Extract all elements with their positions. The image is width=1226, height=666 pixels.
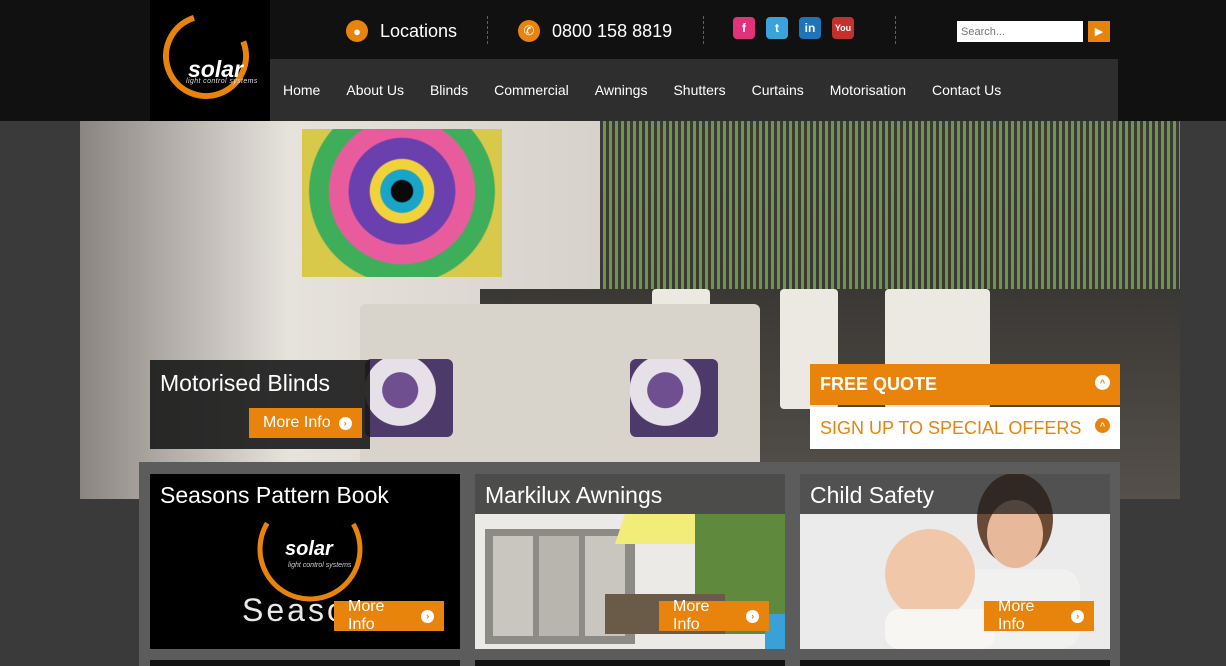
main-nav: Home About Us Blinds Commercial Awnings …	[270, 59, 1118, 121]
more-info-button[interactable]: More Info ›	[334, 598, 444, 633]
cushion-image	[365, 359, 453, 437]
nav-item-commercial[interactable]: Commercial	[494, 82, 569, 98]
more-info-button[interactable]: More Info ›	[984, 598, 1094, 633]
map-pin-icon: ●	[346, 20, 368, 42]
chevron-up-icon: ^	[1095, 418, 1110, 433]
nav-item-shutters[interactable]: Shutters	[673, 82, 725, 98]
chevron-right-icon: ›	[1071, 609, 1084, 623]
card-title: Seasons Pattern Book	[160, 482, 389, 508]
more-info-button[interactable]: More Info ›	[659, 598, 769, 633]
seasons-text-fragment: Seaso	[242, 592, 348, 628]
chevron-up-icon: ^	[1095, 375, 1110, 390]
nav-item-contact-us[interactable]: Contact Us	[932, 82, 1001, 98]
more-info-button[interactable]: More Info ›	[249, 408, 362, 438]
special-offers-bar[interactable]: SIGN UP TO SPECIAL OFFERS ^	[810, 407, 1120, 449]
more-info-label: More Info	[263, 414, 331, 431]
card-title: Child Safety	[810, 482, 935, 508]
free-quote-label: FREE QUOTE	[820, 374, 938, 394]
special-offers-label: SIGN UP TO SPECIAL OFFERS	[820, 418, 1082, 438]
nav-item-curtains[interactable]: Curtains	[752, 82, 804, 98]
feature-card-seasons[interactable]: Seasons Pattern Book solar light control…	[150, 474, 460, 649]
more-info-label: More Info	[673, 598, 710, 633]
feature-card-awnings[interactable]: Markilux Awnings More Info ›	[475, 474, 785, 649]
locations-link[interactable]: ● Locations	[346, 18, 457, 44]
divider	[703, 16, 704, 44]
locations-label: Locations	[380, 20, 458, 41]
card-title: Markilux Awnings	[485, 482, 663, 508]
eye-artwork-image	[302, 129, 502, 277]
linkedin-icon[interactable]: in	[799, 17, 821, 39]
phone-icon: ✆	[518, 20, 540, 42]
card-logo-tagline: light control systems	[288, 562, 352, 569]
twitter-icon[interactable]: t	[766, 17, 788, 39]
feature-card-child-safety[interactable]: Child Safety More Info ›	[800, 474, 1110, 649]
divider	[487, 16, 488, 44]
free-quote-bar[interactable]: FREE QUOTE ^	[810, 364, 1120, 405]
divider	[895, 16, 896, 44]
search-input[interactable]	[957, 21, 1083, 42]
more-info-label: More Info	[998, 598, 1035, 633]
facebook-icon[interactable]: f	[733, 17, 755, 39]
nav-item-awnings[interactable]: Awnings	[595, 82, 648, 98]
card-bottom-edge	[475, 660, 785, 666]
hero-caption: Motorised Blinds More Info ›	[150, 360, 370, 449]
arrow-right-icon: ▶	[1094, 26, 1104, 38]
youtube-icon[interactable]: You	[832, 17, 854, 39]
cushion-image	[630, 359, 718, 437]
card-bottom-edge	[800, 660, 1110, 666]
nav-item-blinds[interactable]: Blinds	[430, 82, 468, 98]
card-logo-word: solar	[285, 538, 333, 560]
site-logo[interactable]: solar light control systems	[150, 0, 270, 121]
search-button[interactable]: ▶	[1088, 21, 1110, 42]
nav-item-motorisation[interactable]: Motorisation	[830, 82, 906, 98]
card-bottom-edge	[150, 660, 460, 666]
phone-number: 0800 158 8819	[552, 20, 673, 41]
more-info-label: More Info	[348, 598, 385, 633]
hero-caption-title: Motorised Blinds	[160, 370, 331, 396]
chevron-right-icon: ›	[421, 609, 434, 623]
phone-link[interactable]: ✆ 0800 158 8819	[518, 18, 672, 44]
chevron-right-icon: ›	[746, 609, 759, 623]
chevron-right-icon: ›	[338, 416, 352, 430]
nav-item-about-us[interactable]: About Us	[346, 82, 404, 98]
logo-tagline: light control systems	[186, 78, 258, 85]
nav-item-home[interactable]: Home	[283, 82, 320, 98]
